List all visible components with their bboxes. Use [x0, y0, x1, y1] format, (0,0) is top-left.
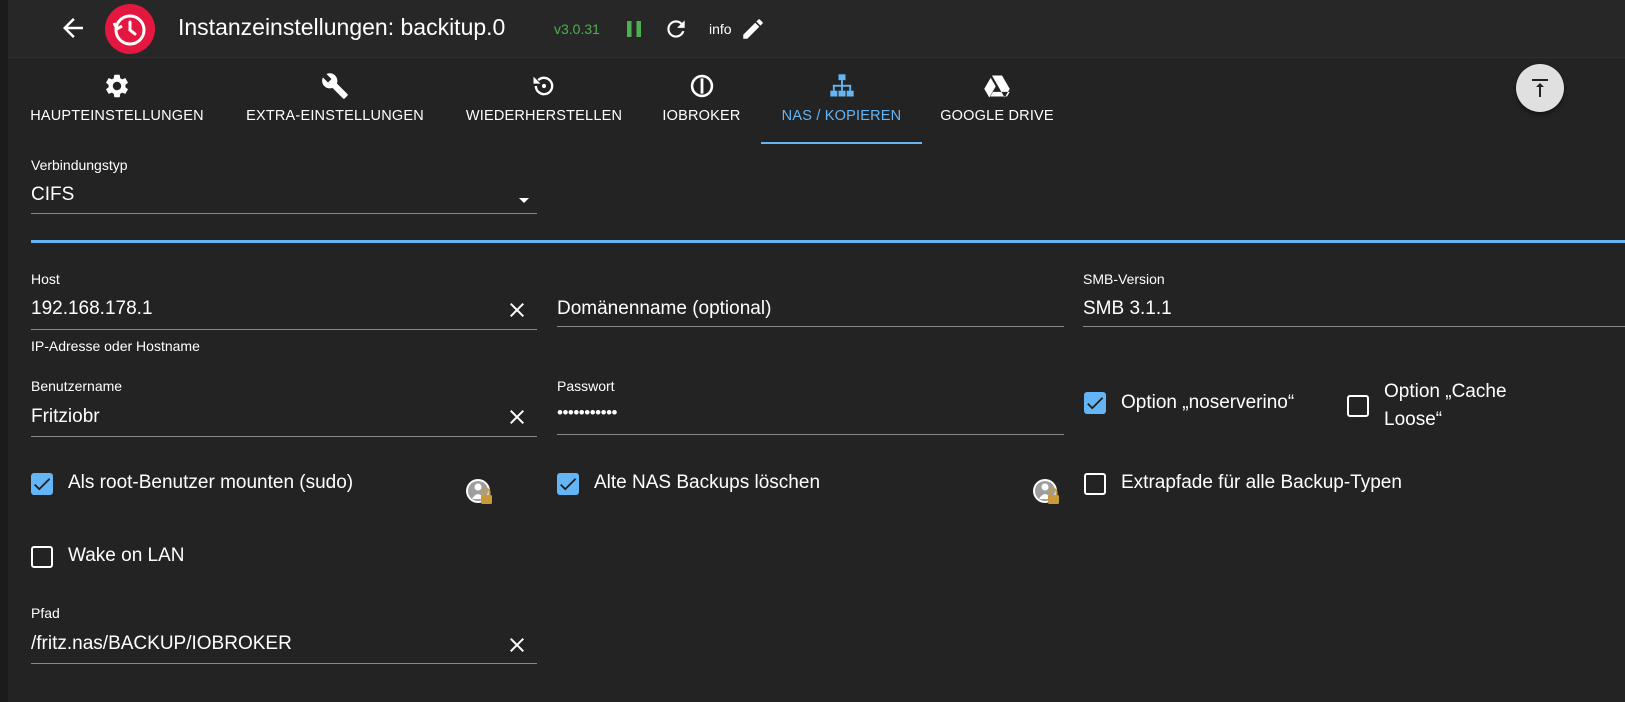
extra-paths-checkbox[interactable]: [1084, 473, 1106, 495]
page-title: Instanzeinstellungen: backitup.0: [178, 14, 506, 40]
wake-on-lan-label: Wake on LAN: [68, 545, 185, 566]
domain-underline: [557, 326, 1064, 327]
tab-nas-kopieren[interactable]: NAS / KOPIEREN: [761, 58, 922, 144]
host-label: Host: [31, 271, 60, 287]
checkmark-icon: [560, 478, 577, 491]
left-edge-strip: [0, 0, 8, 702]
info-label[interactable]: info: [709, 21, 732, 37]
tab-haupteinstellungen[interactable]: HAUPTEINSTELLUNGEN: [14, 58, 220, 144]
gear-icon: [103, 72, 131, 100]
cache-loose-label: Option „Cache Loose“: [1384, 381, 1507, 430]
dropdown-arrow-icon[interactable]: [512, 188, 536, 212]
clear-host-icon[interactable]: [505, 298, 529, 322]
tab-extra-einstellungen[interactable]: EXTRA-EINSTELLUNGEN: [233, 58, 437, 144]
clear-username-icon[interactable]: [505, 405, 529, 429]
delete-old-backups-label: Alte NAS Backups löschen: [594, 472, 821, 493]
host-underline: [31, 329, 537, 330]
clear-path-icon[interactable]: [505, 633, 529, 657]
vertical-align-top-icon: [1532, 79, 1548, 97]
host-input[interactable]: 192.168.178.1: [31, 298, 153, 320]
network-icon: [828, 72, 856, 100]
path-underline: [31, 663, 537, 664]
scroll-to-top-button[interactable]: [1516, 64, 1564, 112]
sudo-label: Als root-Benutzer mounten (sudo): [68, 472, 354, 493]
tab-label: NAS / KOPIEREN: [781, 108, 902, 124]
password-input[interactable]: •••••••••••: [557, 403, 617, 423]
smb-version-label: SMB-Version: [1083, 271, 1165, 287]
tab-label: GOOGLE DRIVE: [940, 108, 1054, 124]
connection-type-select[interactable]: CIFS: [31, 184, 74, 206]
tab-label: IOBROKER: [662, 108, 741, 124]
pause-icon[interactable]: [622, 17, 646, 41]
active-tab-indicator: [761, 142, 922, 144]
checkmark-icon: [1087, 397, 1104, 410]
sudo-checkbox[interactable]: [31, 473, 53, 495]
restore-icon: [530, 72, 558, 100]
app-header: Instanzeinstellungen: backitup.0 v3.0.31…: [8, 0, 1625, 58]
expert-lock-icon: [1031, 477, 1063, 509]
delete-old-backups-checkbox[interactable]: [557, 473, 579, 495]
google-drive-icon: [983, 72, 1011, 100]
version-label: v3.0.31: [554, 21, 600, 37]
tab-google-drive[interactable]: GOOGLE DRIVE: [928, 58, 1066, 144]
reload-icon[interactable]: [663, 16, 689, 42]
tab-label: WIEDERHERSTELLEN: [465, 108, 623, 124]
password-label: Passwort: [557, 378, 615, 394]
path-label: Pfad: [31, 605, 60, 621]
tab-wiederherstellen[interactable]: WIEDERHERSTELLEN: [449, 58, 639, 144]
cache-loose-checkbox[interactable]: [1347, 395, 1369, 417]
password-underline: [557, 434, 1064, 435]
username-label: Benutzername: [31, 378, 123, 394]
expert-lock-icon: [464, 477, 496, 509]
back-arrow-icon[interactable]: [58, 13, 88, 43]
section-divider: [31, 240, 1625, 243]
smb-version-input[interactable]: SMB 3.1.1: [1083, 298, 1172, 320]
checkmark-icon: [34, 478, 51, 491]
tab-iobroker[interactable]: IOBROKER: [649, 58, 754, 144]
connection-type-underline: [31, 213, 537, 214]
wrench-icon: [321, 72, 349, 100]
path-input[interactable]: /fritz.nas/BACKUP/IOBROKER: [31, 633, 292, 655]
noserverino-label: Option „noserverino“: [1121, 392, 1295, 413]
settings-tabs: HAUPTEINSTELLUNGEN EXTRA-EINSTELLUNGEN W…: [8, 58, 1108, 144]
extra-paths-label: Extrapfade für alle Backup-Typen: [1121, 472, 1402, 493]
wake-on-lan-checkbox[interactable]: [31, 546, 53, 568]
tab-label: EXTRA-EINSTELLUNGEN: [246, 108, 424, 124]
connection-type-label: Verbindungstyp: [31, 157, 128, 173]
iobroker-icon: [688, 72, 716, 100]
host-helper-text: IP-Adresse oder Hostname: [31, 338, 200, 354]
username-underline: [31, 436, 537, 437]
tab-label: HAUPTEINSTELLUNGEN: [30, 108, 204, 124]
edit-icon[interactable]: [740, 16, 766, 42]
noserverino-checkbox[interactable]: [1084, 392, 1106, 414]
domain-input[interactable]: Domänenname (optional): [557, 298, 771, 320]
username-input[interactable]: Fritziobr: [31, 406, 100, 428]
smb-version-underline: [1083, 326, 1625, 327]
backitup-logo: [104, 3, 156, 55]
